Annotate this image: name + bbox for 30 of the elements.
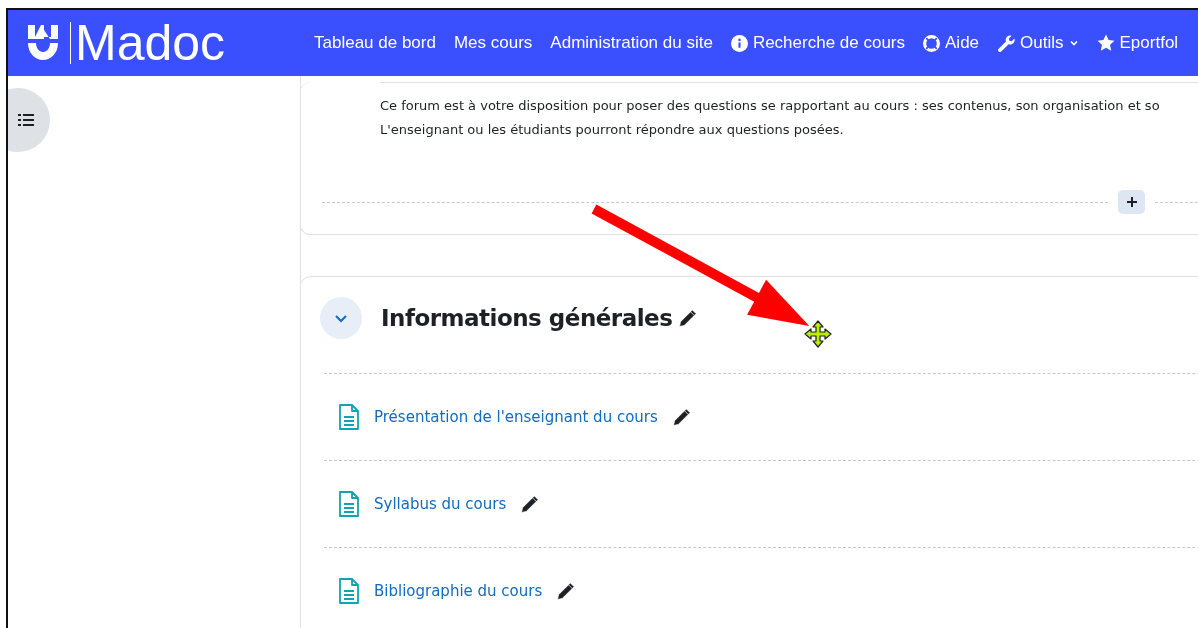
nav-link[interactable]: Outils bbox=[997, 33, 1079, 53]
activity-link[interactable]: Présentation de l'enseignant du cours bbox=[374, 408, 658, 426]
nav-link[interactable]: Mes cours bbox=[453, 33, 533, 53]
add-button[interactable] bbox=[1118, 190, 1145, 214]
nav-link[interactable]: Aide bbox=[923, 33, 980, 53]
pencil-icon[interactable] bbox=[520, 494, 541, 514]
forum-description: Ce forum est à votre disposition pour poser des questions se rapportant au cours : ses contenus, son organisation et so bbox=[380, 97, 1161, 115]
move-cursor-icon bbox=[804, 320, 832, 348]
nav-link[interactable]: Tableau de bord bbox=[314, 33, 436, 53]
pencil-icon[interactable] bbox=[671, 407, 692, 427]
list-icon bbox=[18, 113, 34, 127]
forum-description: L'enseignant ou les étudiants pourront répondre aux questions posées. bbox=[380, 121, 845, 139]
nav-link[interactable]: Eportfol bbox=[1096, 33, 1179, 53]
star-icon bbox=[1096, 34, 1115, 52]
document-icon bbox=[338, 490, 360, 518]
lifebuoy-icon bbox=[923, 34, 941, 52]
plus-icon bbox=[1125, 196, 1138, 208]
pencil-icon[interactable] bbox=[556, 581, 577, 601]
info-icon bbox=[730, 34, 748, 52]
document-icon bbox=[338, 403, 360, 431]
activity-link[interactable]: Bibliographie du cours bbox=[374, 582, 543, 600]
activity-link[interactable]: Syllabus du cours bbox=[374, 495, 507, 513]
nav-link[interactable]: Recherche de cours bbox=[730, 33, 906, 53]
section-title: Informations générales bbox=[381, 305, 673, 331]
logo-icon bbox=[26, 23, 60, 63]
document-icon bbox=[338, 577, 360, 605]
wrench-icon bbox=[997, 34, 1016, 52]
nav-link[interactable]: Administration du site bbox=[550, 33, 713, 53]
pencil-icon[interactable] bbox=[678, 308, 699, 328]
site-name[interactable]: Madoc bbox=[75, 18, 226, 68]
